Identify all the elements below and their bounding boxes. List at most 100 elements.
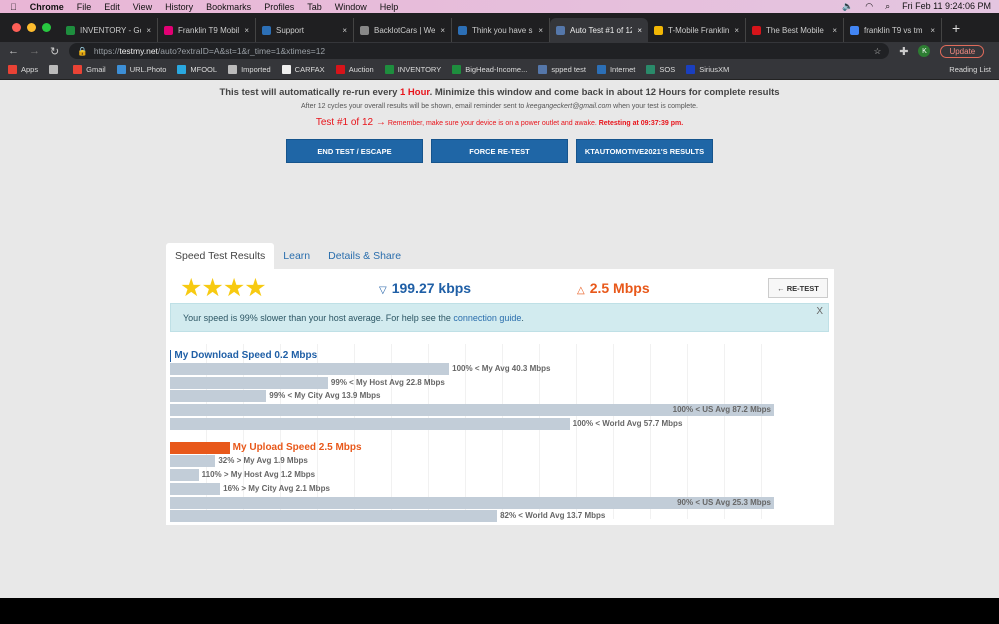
bookmark-item[interactable]: Apps bbox=[8, 65, 38, 74]
chart-row: 82% < World Avg 13.7 Mbps bbox=[170, 509, 790, 523]
close-tab-icon[interactable]: × bbox=[832, 26, 837, 35]
browser-tab[interactable]: INVENTORY - Go × bbox=[60, 18, 158, 42]
bookmark-item[interactable]: CARFAX bbox=[281, 65, 325, 74]
extensions-icon[interactable]: ✚ bbox=[899, 45, 908, 58]
tab-title: BacklotCars | We bbox=[374, 25, 436, 35]
bookmark-item[interactable]: MFOOL bbox=[177, 65, 217, 74]
bookmark-icon bbox=[596, 65, 606, 74]
apple-icon[interactable]:  bbox=[10, 2, 17, 12]
forward-icon[interactable]: → bbox=[29, 45, 40, 57]
close-tab-icon[interactable]: × bbox=[930, 26, 935, 35]
close-tab-icon[interactable]: × bbox=[637, 26, 642, 35]
bookmark-item[interactable]: SOS bbox=[646, 65, 675, 74]
bookmark-icon bbox=[49, 65, 59, 74]
back-icon[interactable]: ← bbox=[8, 45, 19, 57]
force-retest-button[interactable]: FORCE RE-TEST bbox=[431, 139, 568, 163]
menu-view[interactable]: View bbox=[133, 2, 152, 12]
menu-edit[interactable]: Edit bbox=[104, 2, 120, 12]
upload-arrow-icon: △ bbox=[577, 285, 585, 296]
bookmarks-bar: Apps Gmail URL.Photo MFOOL Imported CARFAX Auc… bbox=[0, 60, 999, 80]
browser-tab[interactable]: Auto Test #1 of 12 × bbox=[550, 18, 648, 42]
comparison-bar bbox=[170, 482, 221, 495]
download-result: ▽ 199.27 kbps bbox=[379, 280, 472, 296]
menu-tab[interactable]: Tab bbox=[307, 2, 322, 12]
menu-profiles[interactable]: Profiles bbox=[264, 2, 294, 12]
menu-help[interactable]: Help bbox=[380, 2, 399, 12]
reading-list[interactable]: Reading List bbox=[949, 65, 999, 74]
chart-row: 99% < My Host Avg 22.8 Mbps bbox=[170, 376, 790, 390]
close-window-icon[interactable] bbox=[12, 23, 21, 32]
bookmark-item[interactable]: INVENTORY bbox=[384, 65, 441, 74]
tab-details-share[interactable]: Details & Share bbox=[319, 243, 410, 269]
minimize-window-icon[interactable] bbox=[27, 23, 36, 32]
bookmark-item[interactable]: BigHead-Income... bbox=[452, 65, 527, 74]
reload-icon[interactable]: ↻ bbox=[50, 45, 59, 58]
test-status: Test #1 of 12 → Remember, make sure your… bbox=[315, 117, 684, 128]
star-rating: ★★★★ bbox=[180, 274, 267, 302]
browser-tab[interactable]: franklin T9 vs tm × bbox=[844, 18, 942, 42]
end-test-button[interactable]: END TEST / ESCAPE bbox=[286, 139, 423, 163]
browser-tab[interactable]: Franklin T9 Mobil × bbox=[158, 18, 256, 42]
tab-title: T-Mobile Franklin bbox=[668, 25, 730, 35]
user-results-button[interactable]: KTAUTOMOTIVE2021'S RESULTS bbox=[576, 139, 713, 163]
tab-favicon-icon bbox=[556, 25, 565, 35]
bookmark-item[interactable]: spped test bbox=[538, 65, 586, 74]
chart-title: My Download Speed 0.2 Mbps bbox=[170, 349, 790, 362]
new-tab-button[interactable]: + bbox=[942, 20, 970, 36]
browser-tab[interactable]: Support × bbox=[256, 18, 354, 42]
close-tab-icon[interactable]: × bbox=[734, 26, 739, 35]
close-alert-icon[interactable]: X bbox=[816, 306, 823, 317]
bookmark-item[interactable]: URL.Photo bbox=[116, 65, 166, 74]
bookmark-star-icon[interactable]: ☆ bbox=[874, 46, 890, 57]
close-tab-icon[interactable]: × bbox=[244, 26, 249, 35]
bookmark-item[interactable] bbox=[49, 65, 62, 74]
menu-bookmarks[interactable]: Bookmarks bbox=[206, 2, 251, 12]
bar-label: 100% < My Avg 40.3 Mbps bbox=[452, 364, 551, 373]
bookmark-label: MFOOL bbox=[190, 65, 218, 74]
browser-tab[interactable]: The Best Mobile × bbox=[746, 18, 844, 42]
bookmark-icon bbox=[646, 65, 656, 74]
close-tab-icon[interactable]: × bbox=[538, 26, 543, 35]
tab-favicon-icon bbox=[752, 25, 761, 35]
bookmark-label: Imported bbox=[241, 65, 271, 74]
tab-learn[interactable]: Learn bbox=[274, 243, 319, 269]
bookmark-item[interactable]: Gmail bbox=[73, 65, 106, 74]
bookmark-label: SOS bbox=[659, 65, 676, 74]
menu-history[interactable]: History bbox=[165, 2, 193, 12]
close-tab-icon[interactable]: × bbox=[440, 26, 445, 35]
window-controls bbox=[12, 23, 51, 32]
retest-button[interactable]: ← RE-TEST bbox=[768, 278, 828, 298]
connection-guide-link[interactable]: connection guide bbox=[453, 313, 521, 323]
bookmark-icon bbox=[538, 65, 548, 74]
comparison-bar bbox=[170, 363, 450, 375]
tab-favicon-icon bbox=[66, 25, 75, 35]
volume-icon[interactable]: 🔈 bbox=[842, 1, 853, 12]
update-button[interactable]: Update bbox=[940, 44, 985, 58]
profile-avatar[interactable]: K bbox=[918, 45, 931, 57]
bookmark-item[interactable]: Auction bbox=[335, 65, 374, 74]
speed-comparison-chart: My Download Speed 0.2 Mbps 100% < My Avg … bbox=[170, 349, 790, 523]
wifi-icon[interactable]: ◠ bbox=[865, 1, 873, 12]
menu-file[interactable]: File bbox=[77, 2, 92, 12]
tab-favicon-icon bbox=[360, 25, 369, 35]
tab-speed-test-results[interactable]: Speed Test Results bbox=[166, 243, 275, 269]
zoom-window-icon[interactable] bbox=[42, 23, 51, 32]
menu-window[interactable]: Window bbox=[335, 2, 367, 12]
menu-app[interactable]: Chrome bbox=[30, 2, 64, 12]
close-tab-icon[interactable]: × bbox=[146, 26, 151, 35]
browser-tab[interactable]: BacklotCars | We × bbox=[354, 18, 452, 42]
bookmark-label: CARFAX bbox=[294, 65, 325, 74]
clock[interactable]: Fri Feb 11 9:24:06 PM bbox=[902, 1, 991, 12]
url-field[interactable]: 🔒 https://testmy.net/auto?extraID=A&st=1… bbox=[69, 43, 890, 59]
browser-tab[interactable]: T-Mobile Franklin × bbox=[648, 18, 746, 42]
bookmark-item[interactable]: SiriusXM bbox=[686, 65, 729, 74]
bookmark-item[interactable]: Imported bbox=[228, 65, 271, 74]
search-icon[interactable]: ⌕ bbox=[885, 1, 890, 12]
close-tab-icon[interactable]: × bbox=[342, 26, 347, 35]
bookmark-item[interactable]: Internet bbox=[596, 65, 635, 74]
download-chart: My Download Speed 0.2 Mbps 100% < My Avg … bbox=[170, 349, 790, 430]
lock-icon: 🔒 bbox=[77, 45, 88, 56]
bookmark-icon bbox=[335, 65, 345, 74]
browser-tab[interactable]: Think you have sl × bbox=[452, 18, 550, 42]
tab-favicon-icon bbox=[458, 25, 467, 35]
